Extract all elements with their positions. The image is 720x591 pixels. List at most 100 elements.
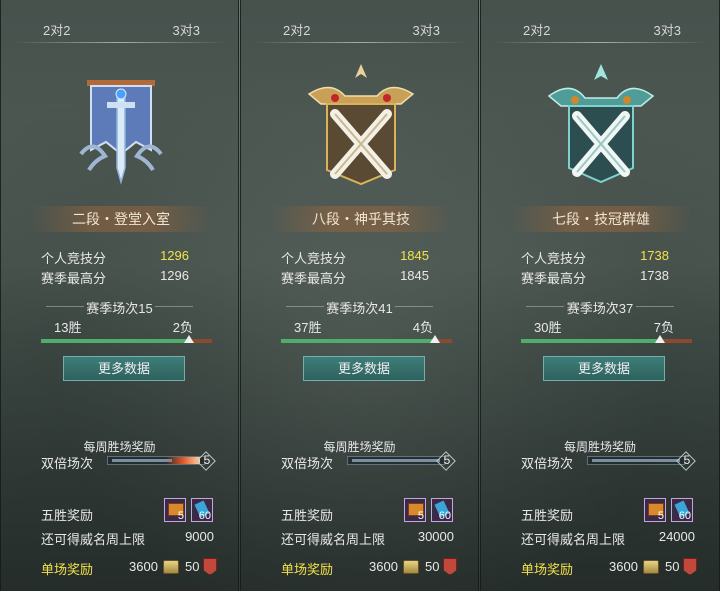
rank-panel-1: 2对2 3对3 二段・登堂入室 个人竞技分 1296 赛季最高分 1296 赛季… bbox=[0, 0, 239, 591]
banner-sword-emblem-icon bbox=[79, 80, 163, 185]
weekly-limit-label: 还可得威名周上限 bbox=[41, 532, 146, 547]
personal-score-value: 1296 bbox=[160, 248, 189, 263]
season-high-label: 赛季最高分 bbox=[521, 271, 587, 286]
personal-score-label: 个人竞技分 bbox=[41, 251, 107, 266]
mode-tabs: 2对2 3对3 bbox=[481, 14, 719, 44]
weekly-limit-value: 30000 bbox=[417, 529, 454, 544]
double-matches-count: 5 bbox=[438, 452, 456, 468]
coin-icon bbox=[643, 560, 659, 574]
season-high-row: 赛季最高分 1738 bbox=[521, 268, 681, 287]
win-fill bbox=[521, 339, 660, 343]
five-win-reward-label: 五胜奖励 bbox=[281, 508, 334, 523]
ornament-right bbox=[395, 306, 433, 307]
season-high-label: 赛季最高分 bbox=[41, 271, 107, 286]
reward-item-scroll[interactable]: 60 bbox=[671, 498, 693, 522]
tab-2v2[interactable]: 2对2 bbox=[43, 20, 70, 39]
reward-count: 60 bbox=[678, 510, 691, 522]
reward-item-chest[interactable]: 5 bbox=[644, 498, 666, 522]
tab-2v2[interactable]: 2对2 bbox=[523, 20, 550, 39]
single-match-reward-label: 单场奖励 bbox=[281, 562, 334, 577]
reward-item-chest[interactable]: 5 bbox=[164, 498, 186, 522]
season-high-row: 赛季最高分 1296 bbox=[41, 268, 201, 287]
win-loss-bar bbox=[521, 335, 692, 343]
weekly-limit-label: 还可得威名周上限 bbox=[521, 532, 626, 547]
double-matches-label: 双倍场次 bbox=[41, 456, 94, 471]
badge-reward-value: 50 bbox=[185, 559, 200, 574]
double-bar-track bbox=[592, 459, 680, 462]
personal-score-value: 1738 bbox=[640, 248, 669, 263]
season-high-row: 赛季最高分 1845 bbox=[281, 268, 441, 287]
losses-count: 4负 bbox=[412, 320, 433, 335]
coin-icon bbox=[403, 560, 419, 574]
season-high-label: 赛季最高分 bbox=[281, 271, 347, 286]
win-loss-bar bbox=[281, 335, 452, 343]
personal-score-label: 个人竞技分 bbox=[281, 251, 347, 266]
tab-3v3[interactable]: 3对3 bbox=[413, 20, 440, 39]
personal-score-row: 个人竞技分 1296 bbox=[41, 248, 201, 267]
coin-reward-value: 3600 bbox=[129, 559, 158, 574]
tab-2v2[interactable]: 2对2 bbox=[283, 20, 310, 39]
season-high-value: 1845 bbox=[400, 268, 429, 283]
more-data-button[interactable]: 更多数据 bbox=[63, 356, 185, 381]
badge-icon bbox=[683, 558, 697, 575]
reward-item-scroll[interactable]: 60 bbox=[191, 498, 213, 522]
season-high-value: 1296 bbox=[160, 268, 189, 283]
mode-tabs: 2对2 3对3 bbox=[241, 14, 478, 44]
badge-reward-value: 50 bbox=[425, 559, 440, 574]
ornament-right bbox=[636, 306, 674, 307]
personal-score-label: 个人竞技分 bbox=[521, 251, 587, 266]
reward-count: 5 bbox=[657, 510, 664, 522]
reward-item-chest[interactable]: 5 bbox=[404, 498, 426, 522]
win-fill bbox=[281, 339, 436, 343]
rank-title: 八段・神乎其技 bbox=[271, 206, 451, 232]
golden-crossed-swords-emblem-icon bbox=[307, 64, 415, 186]
double-matches-label: 双倍场次 bbox=[521, 456, 574, 471]
tab-divider bbox=[11, 42, 228, 43]
season-matches: 赛季场次37 bbox=[566, 301, 634, 316]
season-matches: 赛季场次15 bbox=[86, 301, 153, 316]
losses-count: 7负 bbox=[653, 320, 674, 335]
tab-3v3[interactable]: 3对3 bbox=[654, 20, 681, 39]
badge-reward-value: 50 bbox=[665, 559, 680, 574]
double-matches-bar bbox=[107, 456, 205, 465]
losses-count: 2负 bbox=[172, 320, 193, 335]
jade-crossed-swords-emblem-icon bbox=[547, 64, 655, 184]
double-matches-count: 5 bbox=[198, 452, 216, 468]
tab-3v3[interactable]: 3对3 bbox=[173, 20, 200, 39]
double-matches-count: 5 bbox=[678, 452, 696, 468]
personal-score-value: 1845 bbox=[400, 248, 429, 263]
five-win-reward-label: 五胜奖励 bbox=[41, 508, 94, 523]
reward-count: 60 bbox=[438, 510, 451, 522]
ornament-right bbox=[155, 306, 193, 307]
rank-title: 二段・登堂入室 bbox=[31, 206, 211, 232]
weekly-limit-value: 9000 bbox=[185, 529, 214, 544]
coin-reward-value: 3600 bbox=[369, 559, 398, 574]
reward-item-scroll[interactable]: 60 bbox=[431, 498, 453, 522]
more-data-button[interactable]: 更多数据 bbox=[303, 356, 425, 381]
rank-panel-3: 2对2 3对3 七段・技冠群雄 个人竞技分 1738 赛季最高分 1738 赛季… bbox=[480, 0, 720, 591]
double-matches-label: 双倍场次 bbox=[281, 456, 334, 471]
more-data-button[interactable]: 更多数据 bbox=[543, 356, 665, 381]
personal-score-row: 个人竞技分 1845 bbox=[281, 248, 441, 267]
reward-count: 5 bbox=[417, 510, 424, 522]
mode-tabs: 2对2 3对3 bbox=[1, 14, 238, 44]
tab-divider bbox=[251, 42, 468, 43]
badge-icon bbox=[443, 558, 457, 575]
win-ratio-marker bbox=[654, 335, 665, 343]
rank-panel-2: 2对2 3对3 八段・神乎其技 个人竞技分 1845 赛季最高分 1845 赛季… bbox=[240, 0, 479, 591]
weekly-limit-label: 还可得威名周上限 bbox=[281, 532, 386, 547]
double-matches-bar bbox=[347, 456, 445, 465]
double-matches-bar bbox=[587, 456, 685, 465]
tab-divider bbox=[491, 42, 709, 43]
personal-score-row: 个人竞技分 1738 bbox=[521, 248, 681, 267]
weekly-limit-value: 24000 bbox=[658, 529, 695, 544]
badge-icon bbox=[203, 558, 217, 575]
win-ratio-marker bbox=[430, 335, 441, 343]
win-loss-bar bbox=[41, 335, 212, 343]
double-bar-track bbox=[112, 459, 172, 462]
season-matches: 赛季场次41 bbox=[326, 301, 393, 316]
single-match-reward-label: 单场奖励 bbox=[41, 562, 94, 577]
wins-count: 37胜 bbox=[294, 320, 322, 335]
wins-count: 13胜 bbox=[54, 320, 82, 335]
reward-count: 5 bbox=[177, 510, 184, 522]
